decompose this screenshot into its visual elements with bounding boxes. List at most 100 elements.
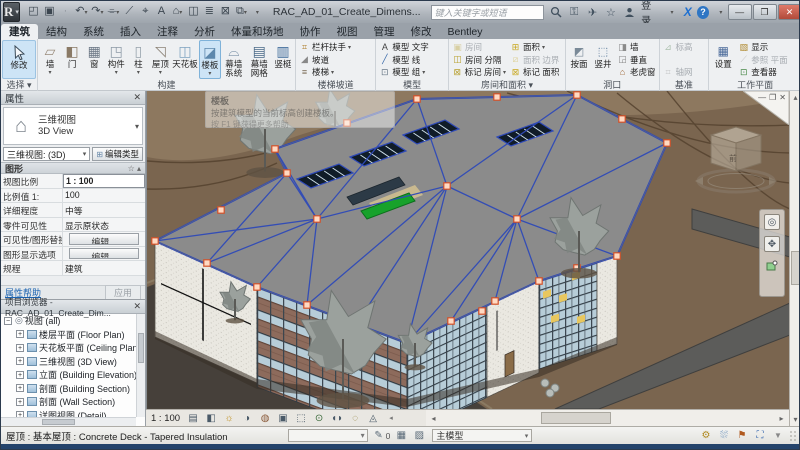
tag-room-button[interactable]: ⊠标记 房间▾ [452,66,506,78]
scroll-right-icon[interactable]: ▸ [775,412,788,425]
properties-close-icon[interactable]: ✕ [133,92,141,103]
tree-item-3d-view[interactable]: + 三维视图 (3D View) [4,355,136,369]
view-scale-value[interactable]: 1 : 100 [63,174,145,188]
rendering-icon[interactable]: ◍ [258,412,272,425]
shaft-button[interactable]: ⬚竖井 [591,40,615,79]
tab-modify[interactable]: 修改 [403,24,440,39]
expand-icon[interactable]: + [16,384,24,392]
railing-button[interactable]: ⌗栏杆扶手▾ [299,41,351,53]
help-icon[interactable]: ? [697,6,709,19]
pan-icon[interactable]: ✥ [764,236,780,252]
browser-horizontal-scrollbar[interactable] [1,417,136,426]
tab-systems[interactable]: 系统 [75,24,112,39]
grid-button[interactable]: ⌗轴网 [663,66,693,78]
communication-center-icon[interactable]: ✈ [586,5,599,19]
scroll-down-icon[interactable]: ▾ [790,413,800,426]
search-icon[interactable] [549,5,562,19]
type-selector-dropdown-icon[interactable]: ▾ [135,122,139,131]
sun-path-icon[interactable]: ☼ [222,412,236,425]
minimize-button[interactable]: — [728,4,752,20]
tree-item-detail[interactable]: + 详图视图 (Detail) [4,409,136,418]
tab-insert[interactable]: 插入 [112,24,149,39]
display-options-edit-button[interactable]: 编辑... [69,248,139,260]
tree-item-elevation[interactable]: + 立面 (Building Elevation) [4,368,136,382]
editable-only-icon[interactable]: ✎ [372,429,386,442]
select-underlay-icon[interactable]: ⛆ [717,429,731,442]
edit-type-button[interactable]: ⊞ 编辑类型 [92,147,143,161]
tree-root-views[interactable]: − ◎ 视图 (all) [4,314,136,328]
collapse-icon[interactable]: − [4,317,12,325]
unlocked-view-icon[interactable]: ⊙ [312,412,326,425]
analytical-model-icon[interactable]: ◬ [366,412,380,425]
open-icon[interactable]: ◰ [26,4,41,20]
browser-vertical-scrollbar[interactable] [136,314,145,417]
model-line-button[interactable]: ╱模型 线 [379,54,428,66]
scale-value[interactable]: 100 [63,189,145,203]
search-input[interactable]: 键入关键字或短语 [431,5,544,20]
area-boundary-button[interactable]: ⧄面积 边界 [510,54,562,66]
view-minimize-icon[interactable]: — [758,93,766,102]
door-button[interactable]: ◧门 [61,40,83,79]
user-icon[interactable] [623,5,636,19]
tab-architecture[interactable]: 建筑 [1,24,38,39]
tab-bentley[interactable]: Bentley [440,24,491,39]
expand-icon[interactable]: + [16,357,24,365]
view-scale-control[interactable]: 1 : 100 [151,413,180,424]
visual-style-icon[interactable]: ◧ [204,412,218,425]
show-workplane-button[interactable]: ▧显示 [738,41,787,53]
show-crop-icon[interactable]: ⬚ [294,412,308,425]
set-workplane-button[interactable]: ▦设置 [710,40,736,79]
zoom-icon[interactable] [764,258,780,274]
section-icon[interactable]: ◫ [186,4,201,20]
scroll-up-icon[interactable]: ▴ [790,91,800,104]
close-button[interactable]: ✕ [778,4,800,20]
opening-by-face-button[interactable]: ◩按面 [567,40,591,79]
expand-icon[interactable]: + [16,330,24,338]
switch-windows-icon[interactable]: ⧉▾ [234,4,249,20]
wall-button[interactable]: ▱墙▾ [39,40,61,79]
tab-collaborate[interactable]: 协作 [292,24,329,39]
expand-icon[interactable]: + [16,371,24,379]
tab-analyze[interactable]: 分析 [186,24,223,39]
close-hidden-windows-icon[interactable]: ⊠ [218,4,233,20]
curtain-grid-button[interactable]: ▤幕墙 网格 [246,40,271,79]
signin-dropdown-icon[interactable]: ▾ [665,5,678,19]
panel-label-select[interactable]: 选择 ▾ [1,79,37,91]
undo-icon[interactable]: ↶▾ [74,4,89,20]
default-3d-view-icon[interactable]: ⌂▾ [170,4,185,20]
help-dropdown-icon[interactable]: ▾ [714,5,727,19]
select-by-face-icon[interactable]: ⛶ [753,429,767,442]
tag-icon[interactable]: ⌖ [138,4,153,20]
roof-button[interactable]: ◹屋顶▾ [149,40,171,79]
subscription-icon[interactable]: ⚿ [567,5,580,19]
model-text-button[interactable]: A模型 文字 [379,41,428,53]
worksets-dialog-icon[interactable]: ▦ [394,429,408,442]
expand-icon[interactable]: + [16,344,24,352]
parts-visibility-value[interactable]: 显示原状态 [63,218,145,232]
model-group-button[interactable]: ⊡模型 组▾ [379,66,428,78]
tree-item-wall-section[interactable]: + 剖面 (Wall Section) [4,395,136,409]
column-button[interactable]: ▯柱▾ [127,40,149,79]
ramp-button[interactable]: ◢坡道 [299,54,351,66]
temporary-hide-isolate-icon[interactable]: ◖◗ [330,412,344,425]
exchange-apps-icon[interactable]: X [684,5,692,19]
qat-customize-icon[interactable]: ▾ [250,4,265,20]
detail-level-value[interactable]: 中等 [63,203,145,217]
reveal-hidden-icon[interactable]: ◌ [348,412,362,425]
aligned-dimension-icon[interactable]: ⟋ [122,4,137,20]
drawing-area[interactable]: 楼板 按建筑模型的当前标高创建楼板。 按 F1 键获得更多帮助 — ❐ ✕ [146,91,789,409]
view-close-icon[interactable]: ✕ [779,93,786,102]
detail-level-icon[interactable]: ▤ [186,412,200,425]
tree-item-building-section[interactable]: + 剖面 (Building Section) [4,382,136,396]
graphics-section-header[interactable]: 图形☆ ▴ [1,162,145,174]
thin-lines-icon[interactable]: ≣ [202,4,217,20]
filter-icon[interactable]: ▼ [771,429,785,442]
wall-opening-button[interactable]: ◨墙 [617,41,656,53]
tab-manage[interactable]: 管理 [366,24,403,39]
vertical-opening-button[interactable]: ◲垂直 [617,54,656,66]
tab-annotate[interactable]: 注释 [149,24,186,39]
project-browser-close-icon[interactable]: ✕ [133,301,141,312]
room-button[interactable]: ▣房间 [452,41,506,53]
modify-button[interactable]: 修改 [2,40,36,79]
ref-plane-button[interactable]: ⟋参照 平面 [738,54,787,66]
